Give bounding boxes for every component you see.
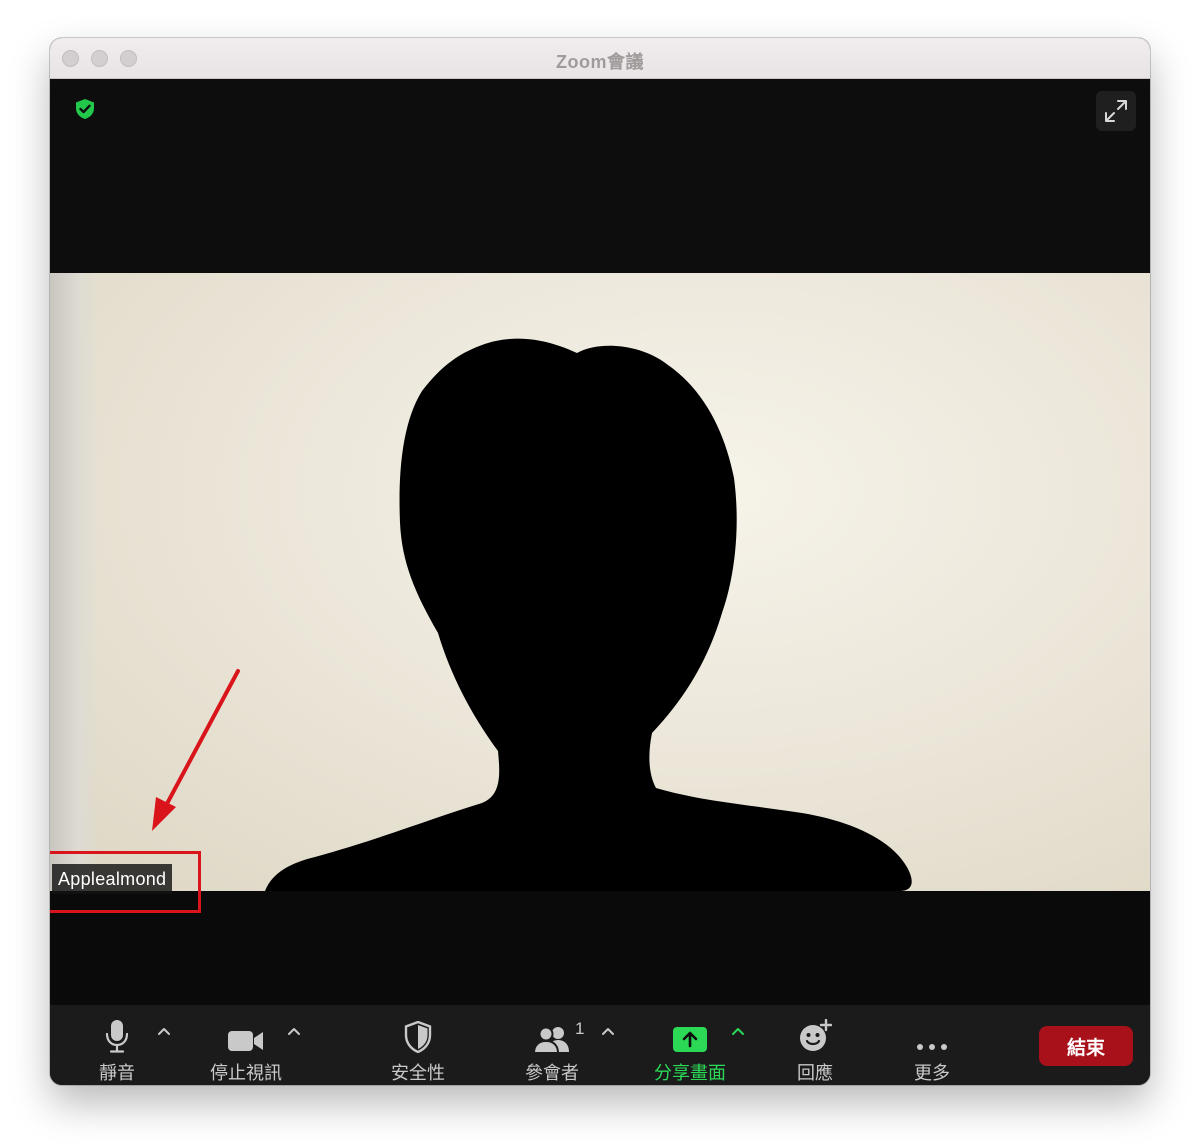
meeting-stage: Applealmond (50, 79, 1150, 1005)
shield-icon (404, 1005, 432, 1055)
security-label: 安全性 (391, 1063, 445, 1083)
video-options-caret[interactable] (286, 1025, 302, 1037)
zoom-window: Zoom會議 Applealmond 靜音 停止視訊 安全性 參會者 1 分享畫… (50, 38, 1150, 1085)
mute-button[interactable]: 靜音 (87, 1005, 147, 1085)
video-camera-icon (227, 1005, 265, 1055)
participants-count: 1 (575, 1019, 585, 1038)
stop-video-button[interactable]: 停止視訊 (206, 1005, 286, 1085)
mute-label: 靜音 (99, 1063, 135, 1083)
window-title: Zoom會議 (556, 52, 644, 72)
audio-options-caret[interactable] (156, 1025, 172, 1037)
security-button[interactable]: 安全性 (386, 1005, 450, 1085)
expand-arrows-icon (1105, 100, 1127, 122)
stop-video-label: 停止視訊 (210, 1063, 282, 1083)
meeting-toolbar: 靜音 停止視訊 安全性 參會者 1 分享畫面 回應 更多 結束 (50, 1005, 1150, 1085)
video-letterbox-bottom (50, 891, 1150, 1005)
share-up-arrow-icon (672, 1005, 708, 1055)
microphone-icon (104, 1005, 130, 1055)
people-icon (534, 1005, 570, 1055)
more-label: 更多 (914, 1063, 950, 1083)
participants-options-caret[interactable] (600, 1025, 616, 1037)
participants-button[interactable]: 參會者 (520, 1005, 584, 1085)
reactions-button[interactable]: 回應 (785, 1005, 845, 1085)
reactions-label: 回應 (797, 1063, 833, 1083)
ellipsis-icon (915, 1005, 949, 1055)
end-meeting-button[interactable]: 結束 (1039, 1026, 1133, 1066)
participants-label: 參會者 (525, 1063, 579, 1083)
annotation-highlight-box (50, 851, 201, 913)
share-screen-label: 分享畫面 (654, 1063, 726, 1083)
share-screen-button[interactable]: 分享畫面 (650, 1005, 730, 1085)
more-button[interactable]: 更多 (902, 1005, 962, 1085)
title-bar: Zoom會議 (50, 38, 1150, 79)
share-options-caret[interactable] (730, 1025, 746, 1037)
annotation-arrow (152, 669, 240, 831)
emoji-plus-icon (798, 1005, 832, 1055)
shield-check-icon[interactable] (74, 98, 96, 120)
fullscreen-button[interactable] (1096, 91, 1136, 131)
